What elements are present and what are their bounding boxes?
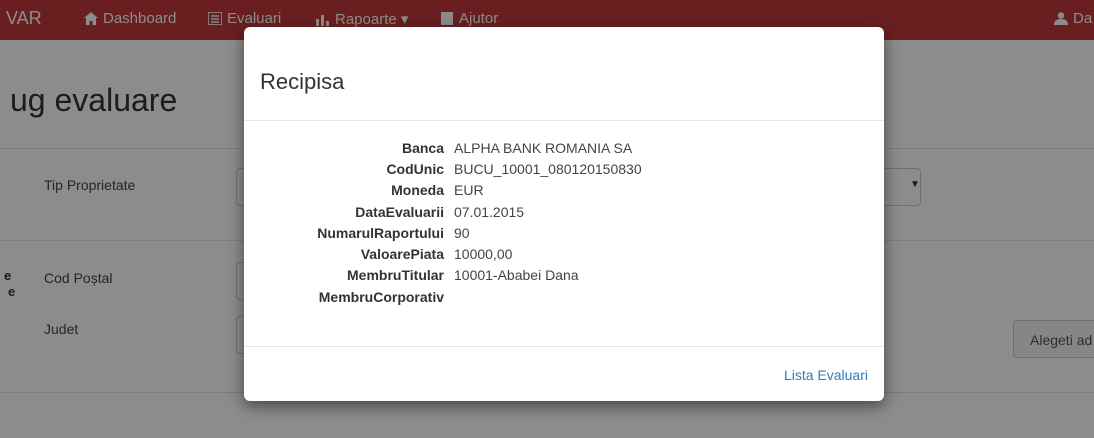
modal-row-valoarepiata: ValoarePiata 10000,00 — [244, 246, 884, 266]
row-label: DataEvaluarii — [355, 204, 444, 220]
modal-row-numarulraportului: NumarulRaportului 90 — [244, 225, 884, 245]
row-label: Moneda — [391, 182, 444, 198]
row-label: NumarulRaportului — [317, 225, 444, 241]
row-label: MembruTitular — [347, 267, 444, 283]
modal-title: Recipisa — [260, 69, 345, 94]
row-value: 90 — [454, 225, 470, 241]
row-label: MembruCorporativ — [318, 289, 444, 305]
row-value: BUCU_10001_080120150830 — [454, 161, 642, 177]
modal-row-membrutitular: MembruTitular 10001-Ababei Dana — [244, 267, 884, 287]
row-label: Banca — [401, 140, 444, 156]
row-value: 07.01.2015 — [454, 204, 525, 220]
row-value: ALPHA BANK ROMANIA SA — [454, 140, 633, 156]
row-value: EUR — [454, 182, 484, 198]
row-value: 10001-Ababei Dana — [454, 267, 579, 283]
modal-header-divider — [244, 120, 884, 121]
modal-row-membrucorporativ: MembruCorporativ — [244, 289, 884, 309]
row-label: CodUnic — [386, 161, 444, 177]
modal-row-codunic: CodUnic BUCU_10001_080120150830 — [244, 161, 884, 181]
row-value: 10000,00 — [454, 246, 513, 262]
lista-evaluari-link[interactable]: Lista Evaluari — [784, 367, 868, 383]
recipisa-modal: Recipisa Banca ALPHA BANK ROMANIA SA Cod… — [244, 27, 884, 401]
modal-footer-divider — [244, 346, 884, 347]
modal-row-dataevaluarii: DataEvaluarii 07.01.2015 — [244, 204, 884, 224]
row-label: ValoarePiata — [360, 246, 444, 262]
modal-row-banca: Banca ALPHA BANK ROMANIA SA — [244, 140, 884, 160]
modal-row-moneda: Moneda EUR — [244, 182, 884, 202]
